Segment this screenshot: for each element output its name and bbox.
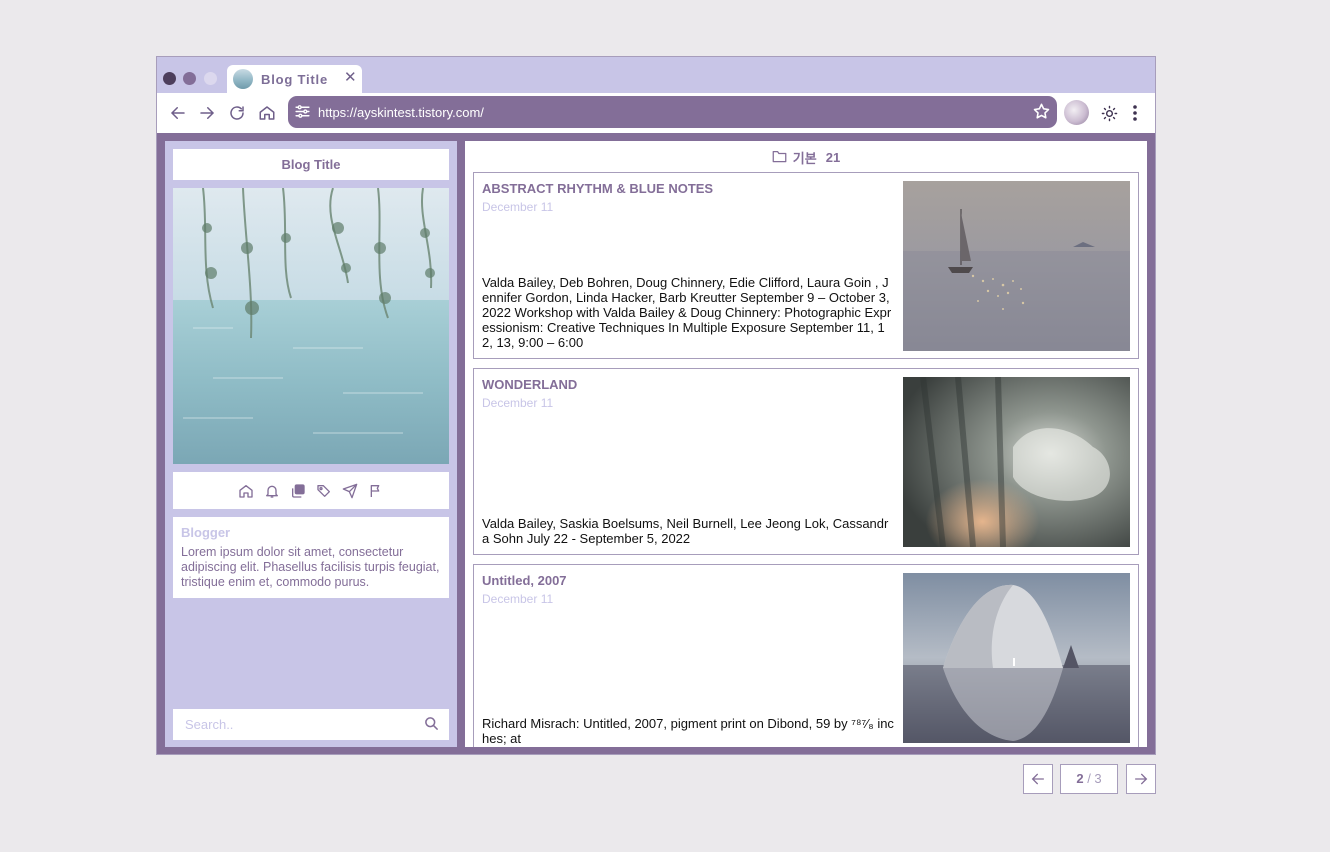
minimize-window-dot[interactable]: [183, 72, 196, 85]
back-icon[interactable]: [167, 102, 189, 124]
post-excerpt: Richard Misrach: Untitled, 2007, pigment…: [482, 716, 894, 746]
page-indicator: 2 / 3: [1060, 764, 1118, 794]
theme-sun-icon[interactable]: [1098, 102, 1120, 124]
home-icon[interactable]: [256, 102, 278, 124]
copy-icon[interactable]: [289, 482, 307, 500]
send-icon[interactable]: [341, 482, 359, 500]
post-excerpt: Valda Bailey, Deb Bohren, Doug Chinnery,…: [482, 275, 892, 350]
search-input[interactable]: [173, 709, 413, 740]
post-item[interactable]: ABSTRACT RHYTHM & BLUE NOTES December 11…: [473, 172, 1139, 359]
post-item[interactable]: Untitled, 2007 December 11 Richard Misra…: [473, 564, 1139, 747]
address-bar[interactable]: https://ayskintest.tistory.com/: [288, 96, 1057, 128]
close-window-dot[interactable]: [163, 72, 176, 85]
home-icon[interactable]: [237, 482, 255, 500]
category-header: 기본 21: [465, 147, 1147, 167]
page-separator: /: [1083, 771, 1095, 786]
tab-bar: Blog Title ✕: [157, 57, 1155, 93]
category-label: 기본: [792, 150, 817, 166]
site-settings-icon[interactable]: [294, 103, 311, 125]
forward-icon[interactable]: [196, 102, 218, 124]
post-thumbnail[interactable]: [903, 181, 1130, 351]
post-title[interactable]: Untitled, 2007: [482, 573, 567, 588]
blog-cover-image: [173, 188, 449, 464]
sidebar: Blog Title Blogger Lorem ipsum dolor sit…: [165, 141, 457, 747]
blogger-label: Blogger: [181, 525, 231, 540]
post-date: December 11: [482, 396, 554, 410]
next-page-button[interactable]: [1126, 764, 1156, 794]
url-text: https://ayskintest.tistory.com/: [318, 105, 484, 120]
browser-toolbar: https://ayskintest.tistory.com/: [157, 93, 1155, 133]
post-date: December 11: [482, 200, 554, 214]
post-list-panel: 기본 21 ABSTRACT RHYTHM & BLUE NOTES Decem…: [465, 141, 1147, 747]
arrow-right-icon: [1135, 773, 1148, 785]
profile-avatar[interactable]: [1064, 100, 1089, 125]
maximize-window-dot[interactable]: [204, 72, 217, 85]
arrow-left-icon: [1031, 773, 1044, 785]
sidebar-icon-bar: [173, 472, 449, 509]
browser-window: Blog Title ✕ https://ayskintest.tistory.…: [156, 56, 1156, 755]
blogger-card: Blogger Lorem ipsum dolor sit amet, cons…: [173, 517, 449, 598]
browser-tab[interactable]: Blog Title ✕: [227, 65, 362, 93]
tags-icon[interactable]: [315, 482, 333, 500]
search-box: [173, 709, 449, 740]
current-page: 2: [1076, 771, 1084, 786]
flag-icon[interactable]: [367, 482, 385, 500]
total-pages: 3: [1094, 771, 1102, 786]
post-item[interactable]: WONDERLAND December 11 Valda Bailey, Sas…: [473, 368, 1139, 555]
post-thumbnail[interactable]: [903, 377, 1130, 547]
blog-title[interactable]: Blog Title: [173, 149, 449, 180]
post-date: December 11: [482, 592, 554, 606]
post-title[interactable]: ABSTRACT RHYTHM & BLUE NOTES: [482, 181, 713, 196]
tab-title: Blog Title: [261, 72, 328, 87]
bookmark-star-icon[interactable]: [1032, 102, 1051, 126]
search-icon[interactable]: [424, 716, 439, 736]
tab-close-icon[interactable]: ✕: [344, 69, 357, 87]
post-title[interactable]: WONDERLAND: [482, 377, 577, 392]
reload-icon[interactable]: [226, 102, 248, 124]
more-menu-icon[interactable]: [1124, 102, 1146, 124]
prev-page-button[interactable]: [1023, 764, 1053, 794]
bell-icon[interactable]: [263, 482, 281, 500]
category-count: 21: [825, 149, 841, 165]
favicon: [233, 69, 253, 89]
post-thumbnail[interactable]: [903, 573, 1130, 743]
blogger-description: Lorem ipsum dolor sit amet, consectetur …: [181, 545, 440, 589]
folder-icon: [772, 149, 787, 166]
post-excerpt: Valda Bailey, Saskia Boelsums, Neil Burn…: [482, 516, 889, 546]
